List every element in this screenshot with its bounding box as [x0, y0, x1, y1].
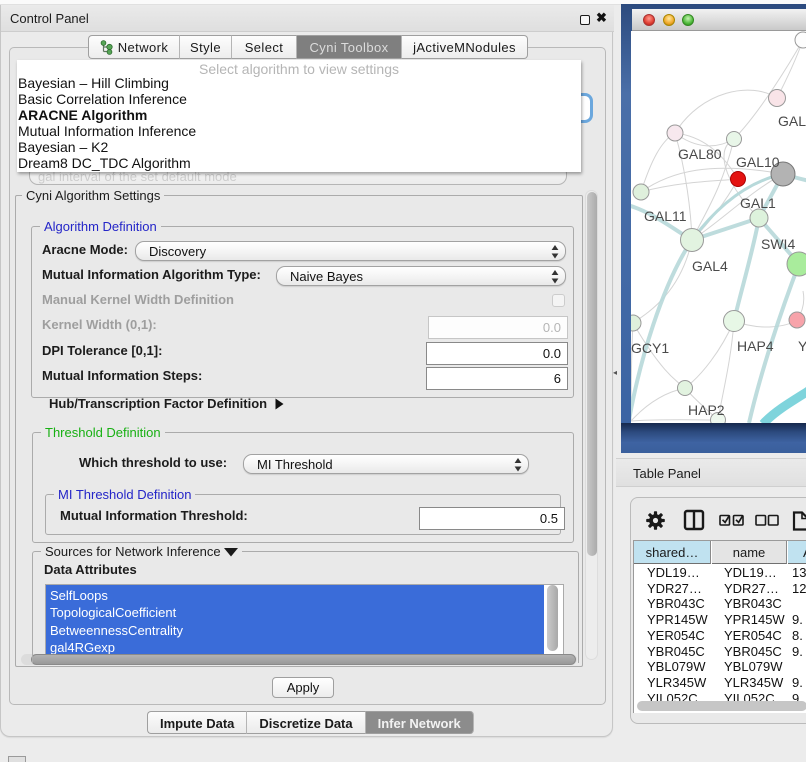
svg-text:GAL10: GAL10	[736, 154, 780, 170]
svg-text:SWI4: SWI4	[761, 236, 795, 252]
svg-text:GAL80: GAL80	[678, 146, 722, 162]
svg-text:GAL11: GAL11	[644, 208, 687, 224]
svg-text:Y: Y	[798, 338, 806, 354]
svg-text:GAL: GAL	[778, 113, 806, 129]
svg-text:GAL1: GAL1	[740, 195, 776, 211]
svg-text:HAP4: HAP4	[737, 338, 774, 354]
svg-text:HAP2: HAP2	[688, 402, 725, 418]
svg-text:GCY1: GCY1	[631, 340, 669, 356]
svg-text:GAL4: GAL4	[692, 258, 728, 274]
